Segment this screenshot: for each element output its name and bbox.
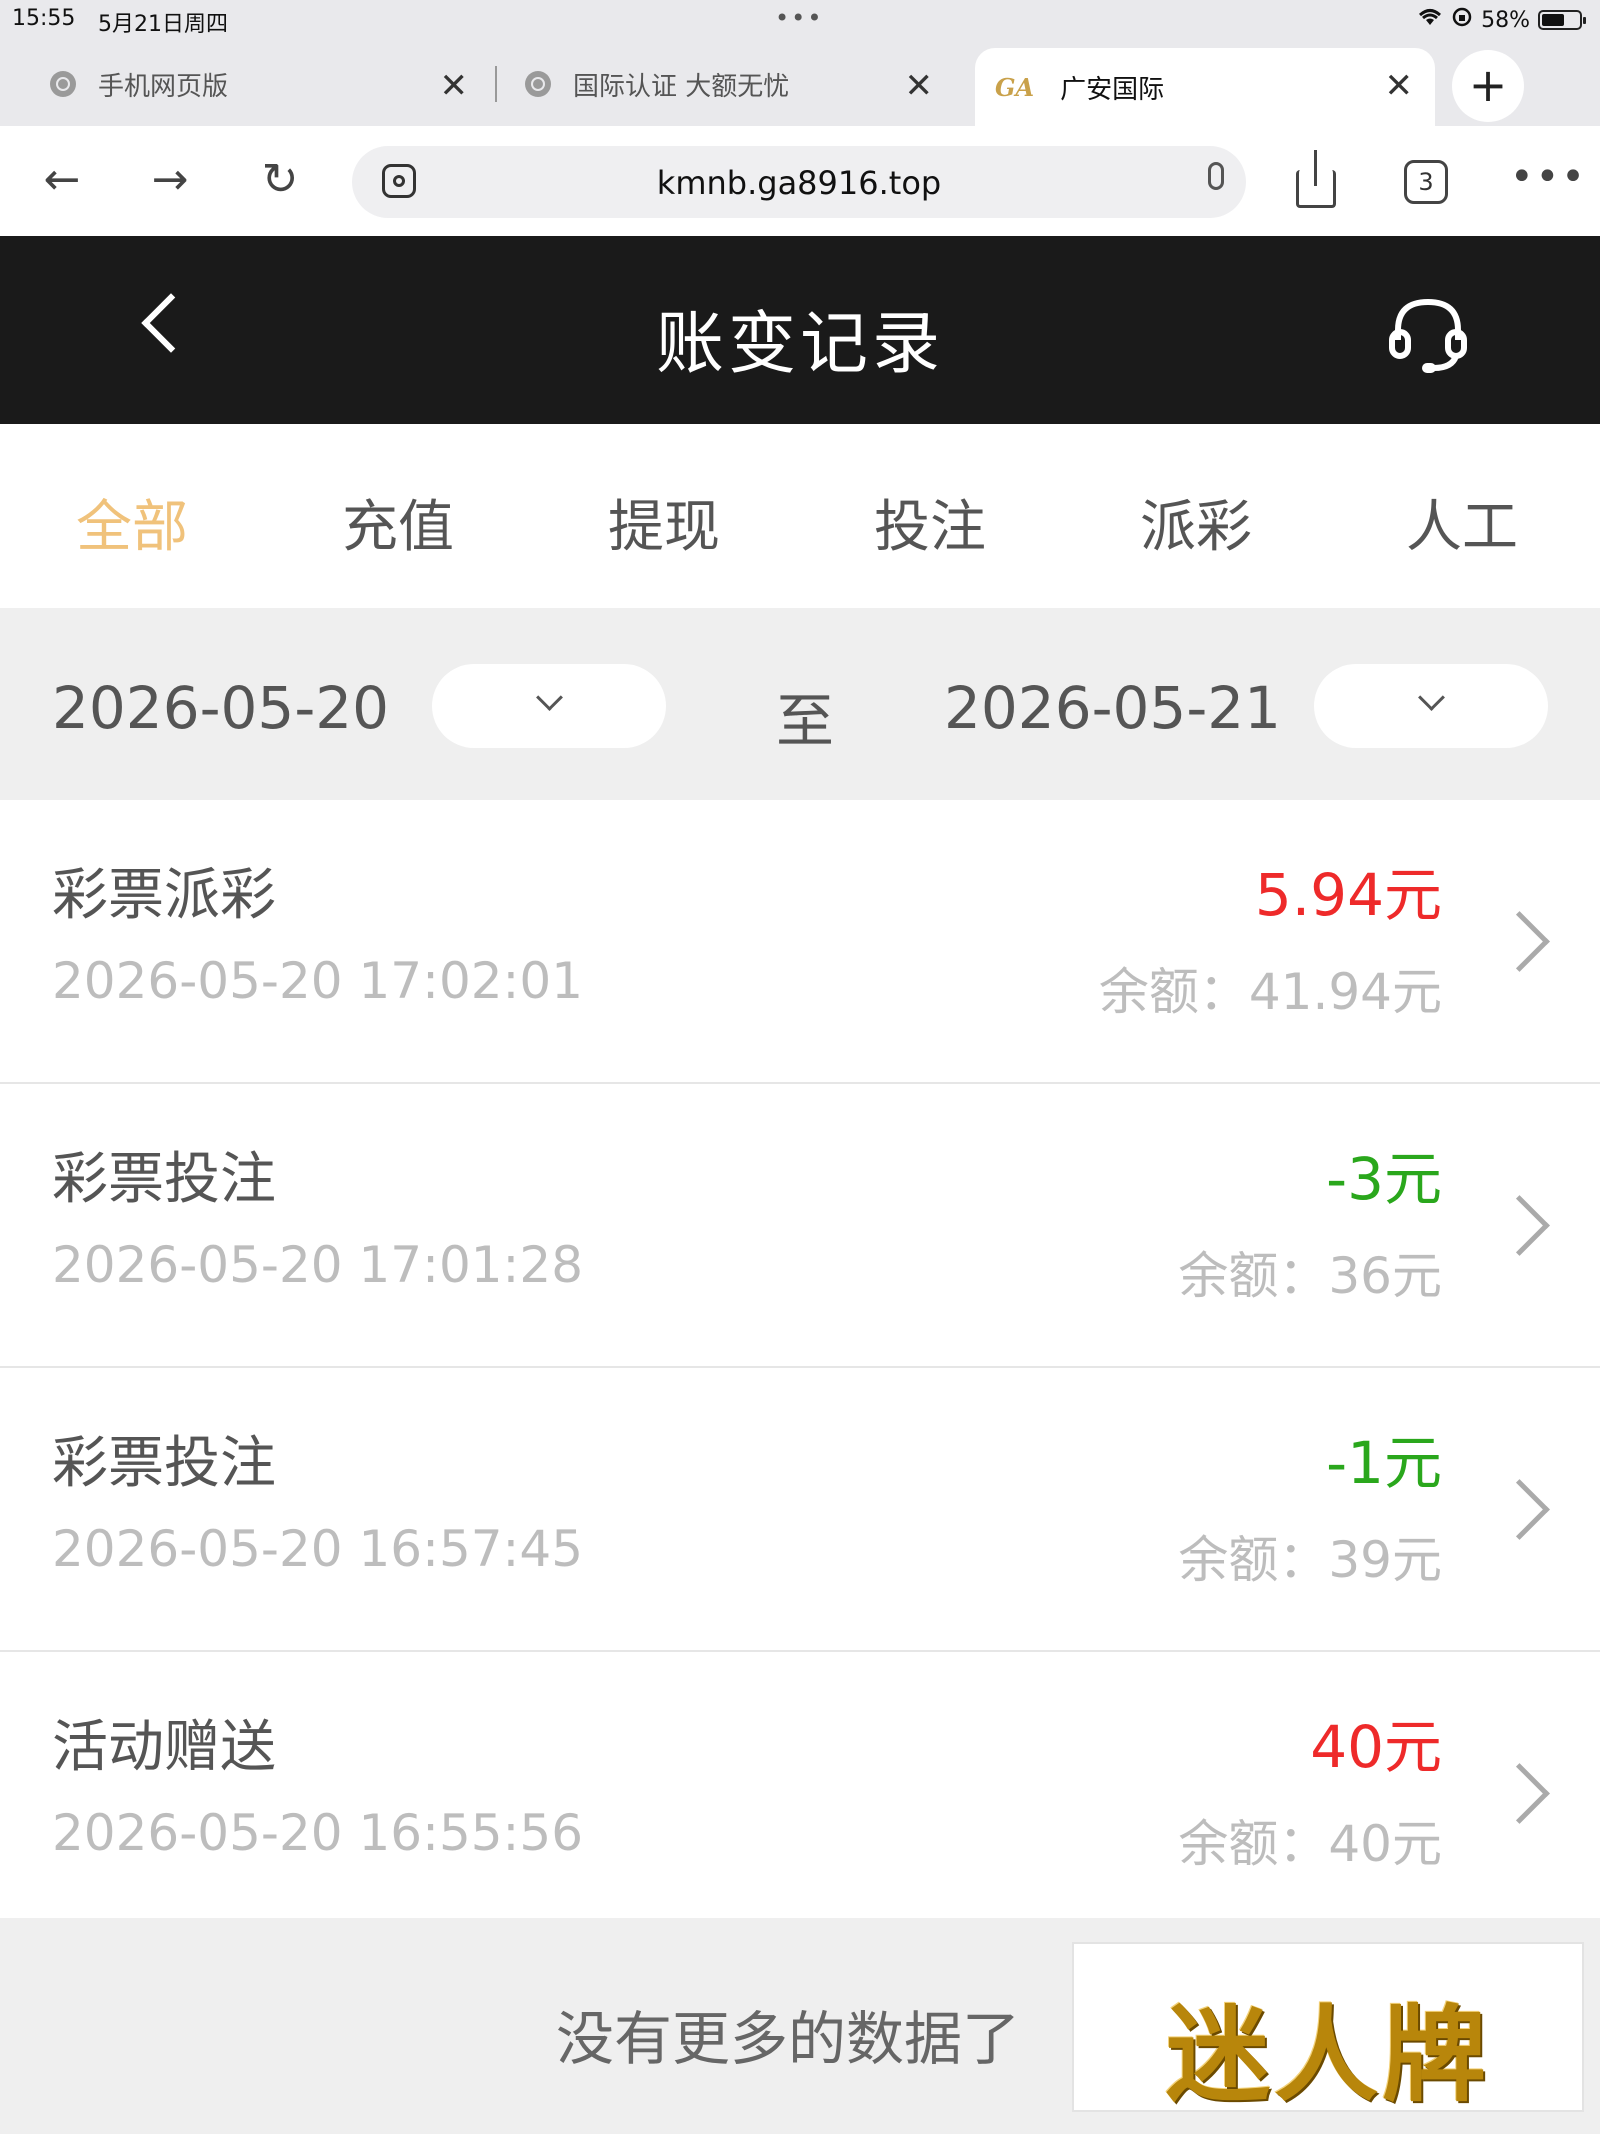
tab-title: 国际认证 大额无忧 <box>573 71 790 102</box>
multitask-dots[interactable]: ••• <box>775 4 823 32</box>
customer-service-headset-icon[interactable] <box>1386 292 1470 376</box>
record-filter-tabs: 全部 充值 提现 投注 派彩 人工 <box>0 424 1600 609</box>
transaction-row[interactable]: 活动赠送 2026-05-20 16:55:56 40元 余额：40元 <box>0 1652 1600 1936</box>
transaction-balance: 余额：39元 <box>1178 1531 1442 1589</box>
status-date: 5月21日周四 <box>98 12 228 37</box>
globe-icon <box>525 71 551 97</box>
chevron-right-icon <box>1489 911 1550 972</box>
more-menu-icon[interactable]: ••• <box>1510 154 1587 200</box>
transaction-row[interactable]: 彩票派彩 2026-05-20 17:02:01 5.94元 余额：41.94元 <box>0 800 1600 1084</box>
transaction-time: 2026-05-20 17:02:01 <box>52 952 584 1010</box>
chevron-down-icon <box>1418 684 1445 711</box>
list-footer: 没有更多的数据了 迷人牌 <box>0 1918 1600 2134</box>
close-icon[interactable]: ✕ <box>905 66 934 106</box>
transaction-amount: -1元 <box>1326 1429 1442 1497</box>
browser-tab-1[interactable]: 手机网页版 ✕ <box>50 48 490 120</box>
browser-tab-bar: 手机网页版 ✕ 国际认证 大额无忧 ✕ GA 广安国际 ✕ + <box>0 42 1600 126</box>
rotation-lock-icon <box>1451 6 1473 34</box>
tab-divider <box>495 66 497 102</box>
browser-tab-2[interactable]: 国际认证 大额无忧 ✕ <box>525 48 955 120</box>
filter-tab-withdraw[interactable]: 提现 <box>564 482 764 563</box>
chevron-right-icon <box>1489 1195 1550 1256</box>
transaction-amount: 5.94元 <box>1254 861 1442 929</box>
transaction-type: 彩票投注 <box>52 1431 276 1496</box>
tab-title: 广安国际 <box>1060 74 1165 105</box>
transaction-type: 彩票派彩 <box>52 863 276 928</box>
close-icon[interactable]: ✕ <box>1385 66 1414 106</box>
app-header: 账变记录 <box>0 236 1600 424</box>
close-icon[interactable]: ✕ <box>440 66 469 106</box>
transaction-amount: -3元 <box>1326 1145 1442 1213</box>
status-bar: 15:55 5月21日周四 ••• 58% <box>0 0 1600 42</box>
filter-tab-bet[interactable]: 投注 <box>830 482 1030 563</box>
transaction-time: 2026-05-20 16:57:45 <box>52 1520 584 1578</box>
transaction-row[interactable]: 彩票投注 2026-05-20 16:57:45 -1元 余额：39元 <box>0 1368 1600 1652</box>
forward-arrow-icon[interactable]: → <box>140 150 200 210</box>
tab-switcher-button[interactable]: 3 <box>1404 160 1448 204</box>
status-time: 15:55 <box>12 6 76 31</box>
transaction-balance: 余额：40元 <box>1178 1815 1442 1873</box>
site-favicon: GA <box>995 72 1035 102</box>
reload-icon[interactable]: ↻ <box>250 150 310 210</box>
filter-tab-deposit[interactable]: 充值 <box>298 482 498 563</box>
transaction-row[interactable]: 彩票投注 2026-05-20 17:01:28 -3元 余额：36元 <box>0 1084 1600 1368</box>
address-bar[interactable]: kmnb.ga8916.top <box>352 146 1246 218</box>
transaction-time: 2026-05-20 16:55:56 <box>52 1804 584 1862</box>
chevron-down-icon <box>536 684 563 711</box>
browser-toolbar: ← → ↻ kmnb.ga8916.top 3 ••• <box>0 126 1600 236</box>
transaction-balance: 余额：36元 <box>1178 1247 1442 1305</box>
transaction-balance: 余额：41.94元 <box>1098 963 1442 1021</box>
new-tab-button[interactable]: + <box>1452 50 1524 122</box>
wifi-icon <box>1417 7 1443 33</box>
share-icon[interactable] <box>1296 170 1336 208</box>
transaction-time: 2026-05-20 17:01:28 <box>52 1236 584 1294</box>
start-date[interactable]: 2026-05-20 <box>52 674 389 742</box>
browser-tab-active[interactable]: GA 广安国际 ✕ <box>975 48 1435 126</box>
end-date[interactable]: 2026-05-21 <box>944 674 1281 742</box>
microphone-icon[interactable] <box>1208 162 1224 190</box>
tab-title: 手机网页版 <box>98 71 229 102</box>
start-date-dropdown[interactable] <box>432 664 666 748</box>
filter-tab-manual[interactable]: 人工 <box>1362 482 1562 563</box>
back-arrow-icon[interactable]: ← <box>32 150 92 210</box>
no-more-data-text: 没有更多的数据了 <box>556 2005 1021 2073</box>
transaction-list: 彩票派彩 2026-05-20 17:02:01 5.94元 余额：41.94元… <box>0 800 1600 1936</box>
brand-logo: 迷人牌 <box>1165 1993 1490 2116</box>
brand-logo-banner[interactable]: 迷人牌 <box>1072 1942 1584 2116</box>
transaction-amount: 40元 <box>1310 1713 1442 1781</box>
globe-icon <box>50 71 76 97</box>
chevron-right-icon <box>1489 1479 1550 1540</box>
date-range-filter: 2026-05-20 至 2026-05-21 <box>0 608 1600 800</box>
page-title: 账变记录 <box>655 305 944 384</box>
chevron-right-icon <box>1489 1763 1550 1824</box>
end-date-dropdown[interactable] <box>1314 664 1548 748</box>
battery-icon <box>1538 10 1586 30</box>
filter-tab-all[interactable]: 全部 <box>32 482 232 563</box>
date-separator: 至 <box>776 687 835 755</box>
battery-percent: 58% <box>1481 7 1530 33</box>
url-text[interactable]: kmnb.ga8916.top <box>352 164 1246 202</box>
filter-tab-payout[interactable]: 派彩 <box>1096 482 1296 563</box>
transaction-type: 活动赠送 <box>52 1715 276 1780</box>
transaction-type: 彩票投注 <box>52 1147 276 1212</box>
